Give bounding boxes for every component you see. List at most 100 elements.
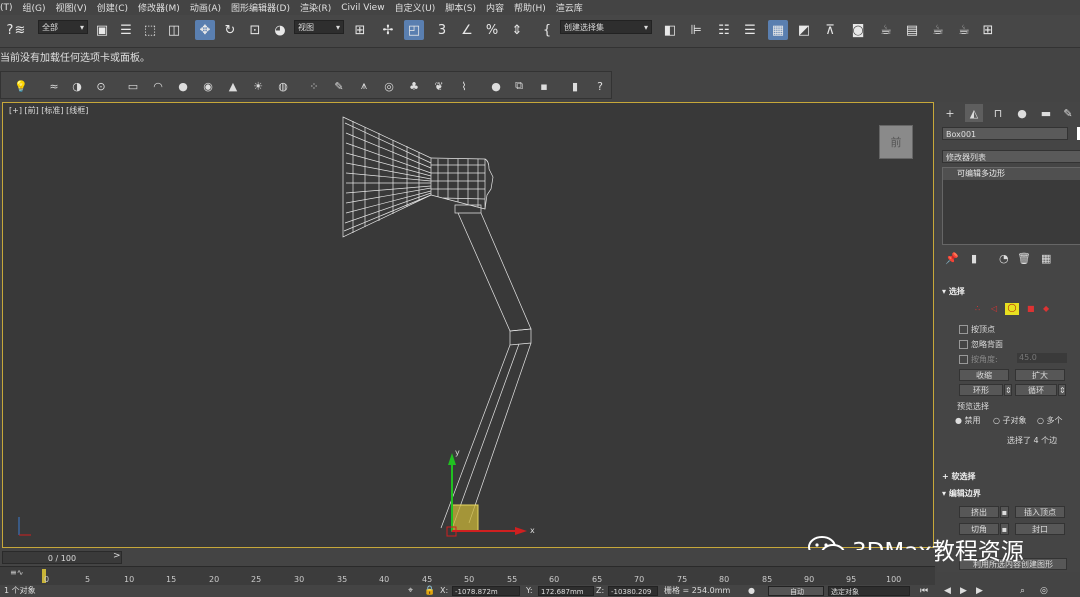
motion-tab-icon[interactable]: ●: [1013, 104, 1031, 122]
layer-manager-icon[interactable]: ☷: [714, 20, 734, 40]
border-mode-icon[interactable]: ◯: [1005, 303, 1019, 315]
spinner-snap-icon[interactable]: ⇕: [507, 20, 527, 40]
menu-item-modifiers[interactable]: 修改器(M): [138, 1, 190, 14]
angle-snap-icon[interactable]: ∠: [457, 20, 477, 40]
pin-stack-icon[interactable]: 📌: [945, 252, 959, 265]
utilities-tab-icon[interactable]: ✎: [1059, 104, 1077, 122]
particle-icon[interactable]: ⁘: [306, 78, 322, 94]
angle-spinner[interactable]: 45.0: [1017, 353, 1067, 363]
edit-named-selection-icon[interactable]: {: [537, 20, 557, 40]
material-ball-icon[interactable]: ●: [488, 78, 504, 94]
shrink-button[interactable]: 收缩: [959, 369, 1009, 381]
curve-editor-icon[interactable]: ◩: [794, 20, 814, 40]
place-icon[interactable]: ◕: [270, 20, 290, 40]
select-object-icon[interactable]: ▣: [92, 20, 112, 40]
front-viewport[interactable]: [+] [前] [标准] [线框] 前 y x: [2, 102, 934, 548]
soft-selection-rollout-header[interactable]: + 软选择: [942, 471, 1080, 483]
lamp-wireframe-model[interactable]: y x: [3, 103, 933, 547]
y-coord-field[interactable]: 172.687mm: [538, 586, 594, 596]
material-editor-icon[interactable]: ◙: [848, 20, 868, 40]
by-vertex-checkbox[interactable]: 按顶点: [959, 324, 995, 335]
move-icon[interactable]: ✥: [195, 20, 215, 40]
menu-item-content[interactable]: 内容: [486, 1, 514, 14]
named-selection-dropdown[interactable]: 创建选择集: [560, 20, 652, 35]
select-by-name-icon[interactable]: ☰: [116, 20, 136, 40]
help-icon[interactable]: ?: [592, 78, 608, 94]
sphere-half-icon[interactable]: ◑: [69, 78, 85, 94]
show-end-result-icon[interactable]: ▮: [971, 252, 977, 265]
ring-button[interactable]: 环形: [959, 384, 1003, 396]
menu-item-civil-view[interactable]: Civil View: [341, 3, 394, 13]
menu-item-group[interactable]: 组(G): [23, 1, 56, 14]
foliage-icon[interactable]: ❦: [431, 78, 447, 94]
rotate-icon[interactable]: ↻: [220, 20, 240, 40]
ring-spinner[interactable]: ⇕: [1004, 384, 1012, 396]
scale-icon[interactable]: ⊡: [245, 20, 265, 40]
camera-icon[interactable]: ⊙: [93, 78, 109, 94]
sphere-icon[interactable]: ●: [175, 78, 191, 94]
preview-off-radio[interactable]: ● 禁用: [955, 415, 981, 426]
configure-sets-icon[interactable]: ▦: [1041, 252, 1051, 265]
render-setup-icon[interactable]: ☕: [876, 20, 896, 40]
hierarchy-tab-icon[interactable]: ⊓: [989, 104, 1007, 122]
edge-mode-icon[interactable]: ◁: [991, 304, 997, 313]
key-icon[interactable]: ●: [748, 585, 755, 597]
remove-modifier-icon[interactable]: 🗑: [1017, 252, 1031, 265]
time-next-icon[interactable]: >: [113, 551, 123, 564]
modifier-stack[interactable]: 可编辑多边形: [942, 167, 1080, 245]
modify-tab-icon[interactable]: ◭: [965, 104, 983, 122]
element-mode-icon[interactable]: ◆: [1043, 304, 1049, 313]
extrude-button[interactable]: 挤出: [959, 506, 999, 518]
render-cloud-icon[interactable]: ⊞: [978, 20, 998, 40]
globe-icon[interactable]: ◎: [381, 78, 397, 94]
menu-item-views[interactable]: 视图(V): [56, 1, 97, 14]
pivot-icon[interactable]: ⊞: [350, 20, 370, 40]
mirror-icon[interactable]: ◧: [660, 20, 680, 40]
settings-panel-icon[interactable]: ▮: [567, 78, 583, 94]
plant-icon[interactable]: ♣: [406, 78, 422, 94]
dome-icon[interactable]: ◠: [150, 78, 166, 94]
menu-item-create[interactable]: 创建(C): [97, 1, 138, 14]
sky-icon[interactable]: ◍: [275, 78, 291, 94]
menu-item-scripting[interactable]: 脚本(S): [445, 1, 486, 14]
ribbon-toggle-icon[interactable]: ▦: [768, 20, 788, 40]
percent-snap-icon[interactable]: %: [482, 20, 502, 40]
loop-button[interactable]: 循环: [1015, 384, 1057, 396]
sun-icon[interactable]: ☀: [250, 78, 266, 94]
preview-multi-radio[interactable]: ○ 多个: [1037, 415, 1063, 426]
menu-item-customize[interactable]: 自定义(U): [395, 1, 446, 14]
loop-spinner[interactable]: ⇕: [1058, 384, 1066, 396]
snap-toggle-icon[interactable]: 3: [432, 20, 452, 40]
grow-button[interactable]: 扩大: [1015, 369, 1065, 381]
window-crossing-icon[interactable]: ◫: [164, 20, 184, 40]
rendered-frame-icon[interactable]: ▤: [902, 20, 922, 40]
go-to-start-icon[interactable]: ⏮: [920, 585, 928, 597]
selected-object-dropdown[interactable]: 选定对象: [828, 586, 910, 596]
render-iterative-icon[interactable]: ☕: [954, 20, 974, 40]
schematic-view-icon[interactable]: ⊼: [820, 20, 840, 40]
menu-item-tools[interactable]: (T): [0, 3, 23, 13]
ignore-backface-checkbox[interactable]: 忽略背面: [959, 339, 1003, 350]
next-frame-icon[interactable]: ▶: [976, 585, 983, 597]
prev-frame-icon[interactable]: ◀: [944, 585, 951, 597]
link-icon[interactable]: ≋: [10, 20, 30, 40]
align-icon[interactable]: ⊫: [686, 20, 706, 40]
menu-item-render-cloud[interactable]: 渲云库: [556, 1, 593, 14]
isolate-icon[interactable]: ⌖: [408, 585, 413, 597]
menu-item-rendering[interactable]: 渲染(R): [300, 1, 341, 14]
copy-icon[interactable]: ⧉: [511, 78, 527, 94]
extrude-settings-button[interactable]: ▪: [1000, 506, 1009, 518]
select-manipulate-icon[interactable]: ✢: [378, 20, 398, 40]
display-tab-icon[interactable]: ▬: [1037, 104, 1055, 122]
preview-subobject-radio[interactable]: ○ 子对象: [993, 415, 1027, 426]
render-production-icon[interactable]: ☕: [928, 20, 948, 40]
zoom-icon[interactable]: ⌕: [1020, 585, 1025, 597]
dropper-icon[interactable]: ✎: [331, 78, 347, 94]
play-icon[interactable]: ▶: [960, 585, 967, 597]
reference-coord-dropdown[interactable]: 视图: [294, 20, 344, 35]
x-coord-field[interactable]: -1078.872m: [452, 586, 520, 596]
keyboard-shortcut-icon[interactable]: ◰: [404, 20, 424, 40]
by-angle-checkbox[interactable]: 按角度:: [959, 354, 998, 365]
create-tab-icon[interactable]: +: [941, 104, 959, 122]
hair-icon[interactable]: ⌇: [456, 78, 472, 94]
